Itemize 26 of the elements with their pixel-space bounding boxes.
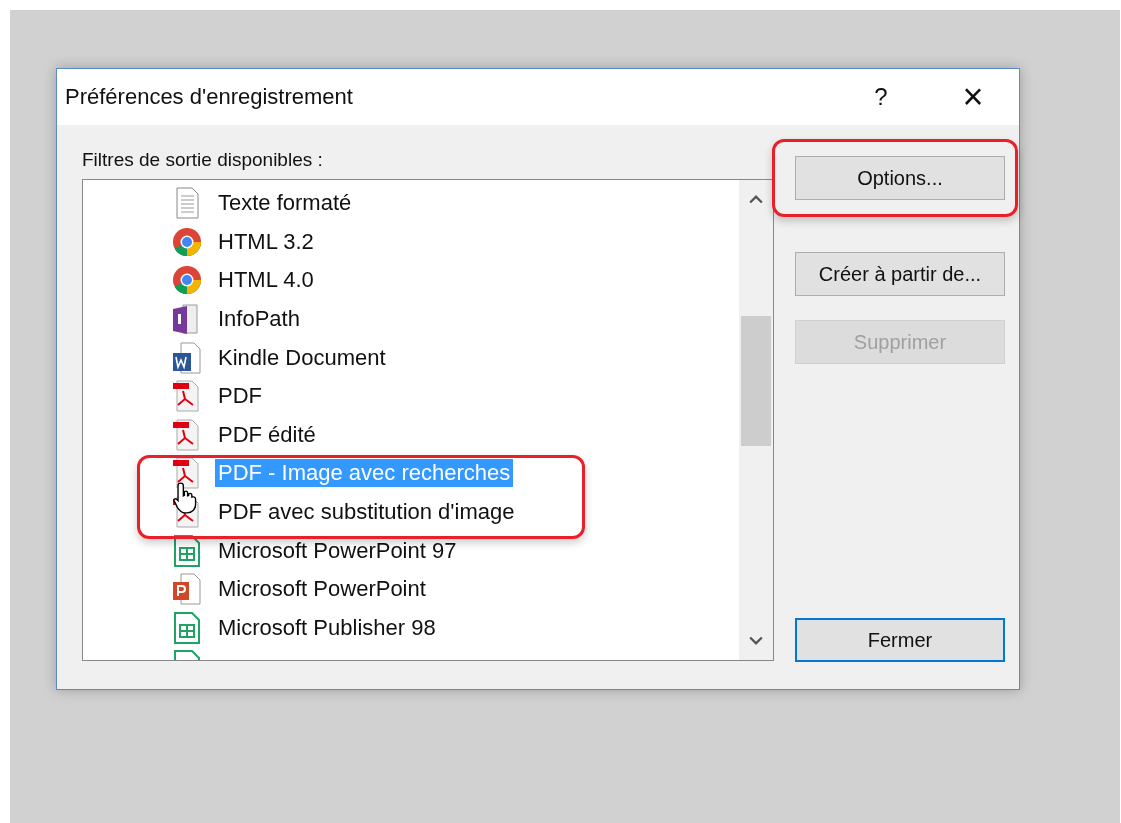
- spreadsheet-icon: [171, 610, 203, 645]
- filter-item[interactable]: Microsoft PowerPoint: [215, 575, 429, 604]
- word-document-icon: [171, 340, 203, 375]
- scroll-down-icon[interactable]: [749, 636, 763, 646]
- filter-item[interactable]: Microsoft PowerPoint 97: [215, 536, 460, 565]
- scroll-up-icon[interactable]: [749, 194, 763, 204]
- filter-item[interactable]: HTML 4.0: [215, 266, 317, 295]
- filter-item[interactable]: HTML 3.2: [215, 227, 317, 256]
- dialog-button[interactable]: Créer à partir de...: [795, 252, 1005, 296]
- scroll-thumb[interactable]: [741, 316, 771, 446]
- filter-item[interactable]: InfoPath: [215, 305, 303, 334]
- filter-item[interactable]: PDF: [215, 382, 265, 411]
- window-title: Préférences d'enregistrement: [65, 84, 354, 110]
- filter-item[interactable]: Microsoft Publisher 98: [215, 613, 439, 642]
- dialog-button[interactable]: Fermer: [795, 618, 1005, 662]
- presentation-icon: [171, 572, 203, 607]
- hand-cursor-icon: [173, 481, 199, 515]
- filter-item[interactable]: Texte formaté: [215, 189, 355, 218]
- filter-item[interactable]: Kindle Document: [215, 343, 389, 372]
- filter-item[interactable]: PDF avec substitution d'image: [215, 498, 518, 527]
- close-button[interactable]: ×: [927, 69, 1019, 125]
- filters-label: Filtres de sortie disponibles :: [82, 149, 324, 171]
- dialog-button[interactable]: Options...: [795, 156, 1005, 200]
- scrollbar[interactable]: [739, 180, 773, 660]
- help-button[interactable]: ?: [835, 69, 927, 125]
- filter-item[interactable]: PDF édité: [215, 420, 319, 449]
